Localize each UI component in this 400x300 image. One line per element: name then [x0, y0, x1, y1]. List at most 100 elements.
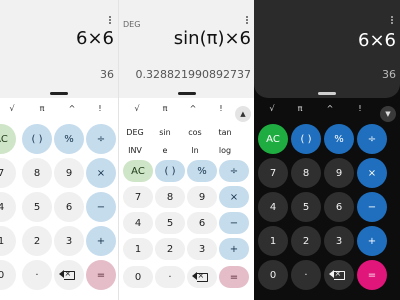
drag-handle[interactable] [50, 92, 68, 95]
equals-key[interactable]: = [86, 260, 116, 290]
minus-key[interactable]: − [219, 212, 249, 234]
deg-rad-toggle[interactable]: DEG [121, 128, 149, 137]
parentheses-key[interactable]: ( ) [22, 124, 52, 154]
tan-key[interactable]: tan [211, 128, 239, 137]
pi-key[interactable]: π [32, 104, 52, 113]
decimal-key[interactable]: · [155, 266, 185, 288]
drag-handle[interactable] [178, 92, 196, 95]
backspace-key[interactable] [54, 260, 84, 290]
display-area: DEG sin(π)×6 0.328821990892737 [119, 0, 255, 98]
plus-key[interactable]: + [86, 226, 116, 256]
calculator-light-scientific: DEG sin(π)×6 0.328821990892737 √ π ^ ! ▲… [118, 0, 255, 300]
result-preview: 36 [382, 68, 396, 81]
digit-5-key[interactable]: 5 [22, 192, 52, 222]
inverse-key[interactable]: INV [121, 146, 149, 155]
percent-key[interactable]: % [324, 124, 354, 154]
power-key[interactable]: ^ [62, 104, 82, 113]
e-key[interactable]: e [151, 146, 179, 155]
factorial-key[interactable]: ! [90, 104, 110, 113]
sqrt-key[interactable]: √ [127, 104, 147, 113]
digit-8-key[interactable]: 8 [22, 158, 52, 188]
digit-3-key[interactable]: 3 [324, 226, 354, 256]
digit-9-key[interactable]: 9 [187, 186, 217, 208]
cos-key[interactable]: cos [181, 128, 209, 137]
expression-display[interactable]: sin(π)×6 [174, 28, 251, 49]
digit-2-key[interactable]: 2 [291, 226, 321, 256]
divide-key[interactable]: ÷ [357, 124, 387, 154]
sqrt-key[interactable]: √ [262, 104, 282, 113]
digit-9-key[interactable]: 9 [54, 158, 84, 188]
digit-8-key[interactable]: 8 [291, 158, 321, 188]
decimal-key[interactable]: · [22, 260, 52, 290]
digit-4-key[interactable]: 4 [0, 192, 16, 222]
minus-key[interactable]: − [86, 192, 116, 222]
multiply-key[interactable]: × [219, 186, 249, 208]
equals-key[interactable]: = [357, 260, 387, 290]
divide-key[interactable]: ÷ [219, 160, 249, 182]
overflow-menu-icon[interactable] [391, 16, 394, 25]
overflow-menu-icon[interactable] [109, 16, 112, 25]
digit-1-key[interactable]: 1 [123, 238, 153, 260]
sqrt-key[interactable]: √ [2, 104, 22, 113]
percent-key[interactable]: % [187, 160, 217, 182]
digit-2-key[interactable]: 2 [22, 226, 52, 256]
expression-display[interactable]: 6×6 [358, 30, 396, 51]
drag-handle[interactable] [318, 92, 336, 95]
digit-7-key[interactable]: 7 [123, 186, 153, 208]
decimal-key[interactable]: · [291, 260, 321, 290]
result-preview: 0.328821990892737 [135, 68, 251, 81]
digit-5-key[interactable]: 5 [291, 192, 321, 222]
digit-1-key[interactable]: 1 [0, 226, 16, 256]
display-area: 6×6 36 [0, 0, 118, 98]
digit-0-key[interactable]: 0 [0, 260, 16, 290]
log-key[interactable]: log [211, 146, 239, 155]
digit-6-key[interactable]: 6 [324, 192, 354, 222]
chevron-up-icon[interactable]: ▲ [235, 106, 251, 122]
digit-8-key[interactable]: 8 [155, 186, 185, 208]
digit-6-key[interactable]: 6 [187, 212, 217, 234]
divide-key[interactable]: ÷ [86, 124, 116, 154]
backspace-icon [58, 268, 75, 280]
clear-key[interactable]: AC [0, 124, 16, 154]
clear-key[interactable]: AC [123, 160, 153, 182]
digit-4-key[interactable]: 4 [258, 192, 288, 222]
digit-9-key[interactable]: 9 [324, 158, 354, 188]
digit-0-key[interactable]: 0 [258, 260, 288, 290]
pi-key[interactable]: π [290, 104, 310, 113]
digit-1-key[interactable]: 1 [258, 226, 288, 256]
minus-key[interactable]: − [357, 192, 387, 222]
pi-key[interactable]: π [155, 104, 175, 113]
factorial-key[interactable]: ! [211, 104, 231, 113]
plus-key[interactable]: + [219, 238, 249, 260]
backspace-icon [328, 268, 345, 280]
backspace-icon [191, 270, 208, 282]
digit-5-key[interactable]: 5 [155, 212, 185, 234]
plus-key[interactable]: + [357, 226, 387, 256]
digit-4-key[interactable]: 4 [123, 212, 153, 234]
multiply-key[interactable]: × [86, 158, 116, 188]
sin-key[interactable]: sin [151, 128, 179, 137]
parentheses-key[interactable]: ( ) [291, 124, 321, 154]
digit-3-key[interactable]: 3 [187, 238, 217, 260]
expression-display[interactable]: 6×6 [76, 28, 114, 49]
power-key[interactable]: ^ [183, 104, 203, 113]
overflow-menu-icon[interactable] [246, 16, 249, 25]
power-key[interactable]: ^ [320, 104, 340, 113]
digit-2-key[interactable]: 2 [155, 238, 185, 260]
backspace-key[interactable] [187, 266, 217, 288]
digit-7-key[interactable]: 7 [258, 158, 288, 188]
multiply-key[interactable]: × [357, 158, 387, 188]
digit-7-key[interactable]: 7 [0, 158, 16, 188]
factorial-key[interactable]: ! [350, 104, 370, 113]
digit-0-key[interactable]: 0 [123, 266, 153, 288]
display-area: 6×6 36 [254, 0, 400, 98]
parentheses-key[interactable]: ( ) [155, 160, 185, 182]
ln-key[interactable]: ln [181, 146, 209, 155]
clear-key[interactable]: AC [258, 124, 288, 154]
percent-key[interactable]: % [54, 124, 84, 154]
backspace-key[interactable] [324, 260, 354, 290]
chevron-down-icon[interactable]: ▼ [380, 106, 396, 122]
digit-3-key[interactable]: 3 [54, 226, 84, 256]
equals-key[interactable]: = [219, 266, 249, 288]
digit-6-key[interactable]: 6 [54, 192, 84, 222]
